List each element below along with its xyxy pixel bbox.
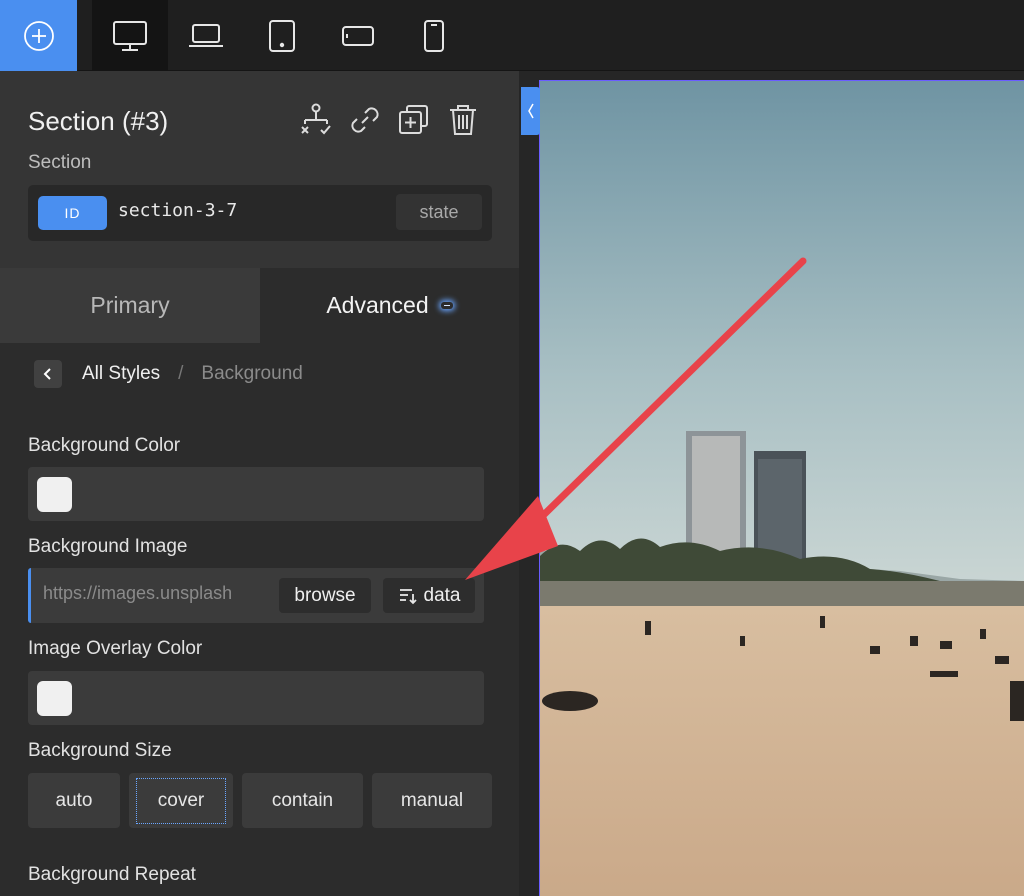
phone-icon	[424, 19, 444, 52]
tab-advanced[interactable]: Advanced	[260, 268, 519, 343]
element-type-label: Section	[28, 152, 92, 173]
state-button[interactable]: state	[396, 194, 482, 230]
background-size-label: Background Size	[28, 740, 172, 761]
header-actions	[299, 101, 480, 139]
size-option-contain[interactable]: contain	[242, 773, 363, 828]
trash-icon	[450, 105, 476, 135]
overlay-color-label: Image Overlay Color	[28, 638, 203, 659]
panel-tabs: Primary Advanced	[0, 268, 519, 343]
selection-outline-left	[539, 80, 540, 896]
data-button-label: data	[423, 584, 461, 606]
desktop-icon	[113, 20, 147, 51]
dynamic-data-icon	[399, 588, 417, 604]
id-row: ID section-3-7 state	[28, 185, 492, 241]
tab-primary-label: Primary	[90, 292, 170, 318]
size-option-manual[interactable]: manual	[372, 773, 492, 828]
device-tablet-button[interactable]	[244, 0, 320, 71]
back-button[interactable]	[34, 360, 62, 388]
size-option-cover-label: cover	[136, 777, 226, 824]
link-icon	[351, 107, 379, 133]
structure-button[interactable]	[299, 101, 333, 139]
element-title: Section (#3)	[28, 106, 169, 136]
id-badge[interactable]: ID	[38, 196, 107, 230]
overlay-color-swatch[interactable]	[37, 681, 72, 716]
breadcrumb-all-styles[interactable]: All Styles	[82, 363, 160, 385]
id-value[interactable]: section-3-7	[118, 200, 237, 221]
link-button[interactable]	[348, 101, 382, 139]
delete-button[interactable]	[446, 101, 480, 139]
data-button[interactable]: data	[383, 578, 475, 613]
tablet-landscape-icon	[342, 25, 374, 46]
background-image-label: Background Image	[28, 536, 188, 557]
structure-icon	[301, 103, 331, 135]
device-desktop-button[interactable]	[92, 0, 168, 71]
device-laptop-button[interactable]	[168, 0, 244, 71]
tablet-icon	[269, 19, 295, 52]
device-tablet-landscape-button[interactable]	[320, 0, 396, 71]
background-image-input[interactable]	[43, 583, 268, 604]
overlay-color-field[interactable]	[28, 671, 484, 725]
top-toolbar	[0, 0, 1024, 71]
background-color-field[interactable]	[28, 467, 484, 521]
background-image-field: browse data	[28, 568, 484, 623]
add-element-button[interactable]	[0, 0, 77, 71]
duplicate-icon	[399, 105, 428, 134]
background-color-swatch[interactable]	[37, 477, 72, 512]
tab-advanced-label: Advanced	[326, 292, 429, 318]
background-color-label: Background Color	[28, 435, 181, 456]
collapse-panel-tab[interactable]	[521, 87, 540, 135]
size-option-auto[interactable]: auto	[28, 773, 120, 828]
background-repeat-label: Background Repeat	[28, 864, 196, 885]
duplicate-button[interactable]	[397, 101, 431, 139]
chevron-left-icon	[527, 103, 534, 119]
section-background-image	[540, 81, 1024, 896]
breadcrumb: All Styles / Background	[34, 360, 303, 388]
laptop-icon	[189, 23, 223, 47]
selection-outline-top	[539, 80, 1024, 81]
plus-circle-icon	[23, 20, 54, 51]
breadcrumb-current: Background	[201, 363, 303, 384]
browse-button[interactable]: browse	[279, 578, 371, 613]
modified-indicator-icon	[440, 302, 453, 309]
device-phone-button[interactable]	[396, 0, 472, 71]
chevron-left-icon	[43, 368, 51, 380]
size-option-cover[interactable]: cover	[129, 773, 233, 828]
tab-primary[interactable]: Primary	[0, 268, 260, 343]
panel-header: Section (#3) Section ID section-3-7 stat…	[0, 71, 519, 268]
properties-panel: Section (#3) Section ID section-3-7 stat…	[0, 71, 519, 896]
breadcrumb-separator: /	[178, 363, 184, 384]
